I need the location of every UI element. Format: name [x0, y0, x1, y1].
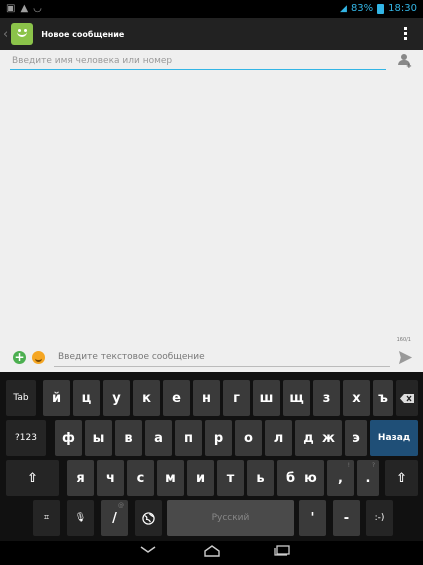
key-letter[interactable]: э — [345, 420, 367, 456]
navigation-bar — [0, 541, 423, 565]
action-bar: ‹ Новое сообщение — [0, 18, 423, 50]
attach-icon[interactable]: + — [13, 351, 26, 364]
key-symbols[interactable]: ?123 — [6, 420, 46, 456]
microphone-icon: 🎙 — [74, 513, 87, 523]
smiley-key[interactable]: :-) — [366, 500, 393, 536]
key-letter[interactable]: о — [235, 420, 262, 456]
key-letter[interactable]: щ — [283, 380, 310, 416]
key-letter[interactable]: н — [193, 380, 220, 416]
key-letter[interactable]: ф — [55, 420, 82, 456]
key-letter[interactable]: й — [43, 380, 70, 416]
key-letter[interactable]: л — [265, 420, 292, 456]
key-letter[interactable]: я — [67, 460, 94, 496]
backspace-icon — [400, 393, 414, 403]
key-letter[interactable]: т — [217, 460, 244, 496]
key-letter[interactable]: ч — [97, 460, 124, 496]
status-bar: ▣ ▲ ◡ ◢ 83% 18:30 — [0, 0, 423, 18]
home-icon[interactable] — [203, 545, 221, 557]
recent-apps-icon[interactable] — [274, 545, 290, 556]
keyboard-settings-icon: ⌗ — [43, 513, 50, 523]
key-letter[interactable]: к — [133, 380, 160, 416]
message-input[interactable]: Введите текстовое сообщение — [54, 349, 390, 367]
compose-row: + Введите текстовое сообщение — [0, 346, 423, 370]
warning-notification-icon: ▲ — [20, 3, 29, 14]
language-key[interactable] — [135, 500, 162, 536]
space-key[interactable]: Русский — [167, 500, 294, 536]
shift-right-key[interactable]: ⇧ — [385, 460, 418, 496]
image-notification-icon: ▣ — [6, 3, 16, 14]
key-period[interactable]: .? — [357, 460, 379, 496]
recipient-input[interactable]: Введите имя человека или номер — [10, 56, 386, 70]
enter-key[interactable]: Назад — [370, 420, 418, 456]
back-chevron-icon[interactable] — [139, 545, 157, 555]
voice-input-key[interactable]: 🎙 — [67, 500, 94, 536]
up-navigation-icon[interactable]: ‹ — [3, 27, 8, 42]
clock: 18:30 — [388, 3, 417, 14]
key-letter[interactable]: а — [145, 420, 172, 456]
page-title: Новое сообщение — [41, 29, 125, 39]
emoji-icon[interactable] — [32, 351, 45, 364]
key-letter[interactable]: с — [127, 460, 154, 496]
key-letter[interactable]: ъ — [373, 380, 393, 416]
key-letter[interactable]: и — [187, 460, 214, 496]
add-contact-icon[interactable]: + — [397, 54, 412, 70]
shift-icon: ⇧ — [27, 470, 38, 486]
notification-icons: ▣ ▲ ◡ — [6, 3, 42, 14]
signal-icon: ◢ — [340, 3, 347, 14]
status-indicators: ◢ 83% 18:30 — [340, 3, 417, 14]
key-letter[interactable]: ж — [315, 420, 342, 456]
key-letter[interactable]: з — [313, 380, 340, 416]
key-slash[interactable]: / @ — [101, 500, 128, 536]
key-letter[interactable]: ш — [253, 380, 280, 416]
battery-icon — [377, 3, 385, 14]
message-content-area: Введите имя человека или номер + 160/1 +… — [0, 50, 423, 372]
character-counter: 160/1 — [396, 337, 411, 343]
keyboard: Tab й ц у к е н г ш щ з х ъ ?123 ф ы в а… — [0, 372, 423, 541]
key-letter[interactable]: г — [223, 380, 250, 416]
key-letter[interactable]: х — [343, 380, 370, 416]
battery-percent: 83% — [350, 3, 374, 14]
send-icon[interactable] — [398, 350, 413, 365]
key-letter[interactable]: ь — [247, 460, 274, 496]
messaging-app-icon[interactable] — [11, 23, 34, 45]
key-letter[interactable]: в — [115, 420, 142, 456]
key-letter[interactable]: м — [157, 460, 184, 496]
key-letter[interactable]: ы — [85, 420, 112, 456]
shift-icon: ⇧ — [396, 470, 407, 486]
key-tab[interactable]: Tab — [6, 380, 36, 416]
key-letter[interactable]: ц — [73, 380, 100, 416]
key-dash[interactable]: - — [333, 500, 360, 536]
key-apostrophe[interactable]: ' — [299, 500, 326, 536]
key-letter[interactable]: ю — [297, 460, 324, 496]
wifi-icon: ◡ — [33, 3, 42, 14]
overflow-menu-icon[interactable] — [404, 27, 407, 42]
key-letter[interactable]: е — [163, 380, 190, 416]
backspace-key[interactable] — [396, 380, 418, 416]
key-comma[interactable]: ,! — [327, 460, 354, 496]
key-letter[interactable]: у — [103, 380, 130, 416]
key-letter[interactable]: п — [175, 420, 202, 456]
globe-icon — [142, 511, 155, 525]
settings-key[interactable]: ⌗ — [33, 500, 60, 536]
key-letter[interactable]: р — [205, 420, 232, 456]
shift-left-key[interactable]: ⇧ — [6, 460, 59, 496]
